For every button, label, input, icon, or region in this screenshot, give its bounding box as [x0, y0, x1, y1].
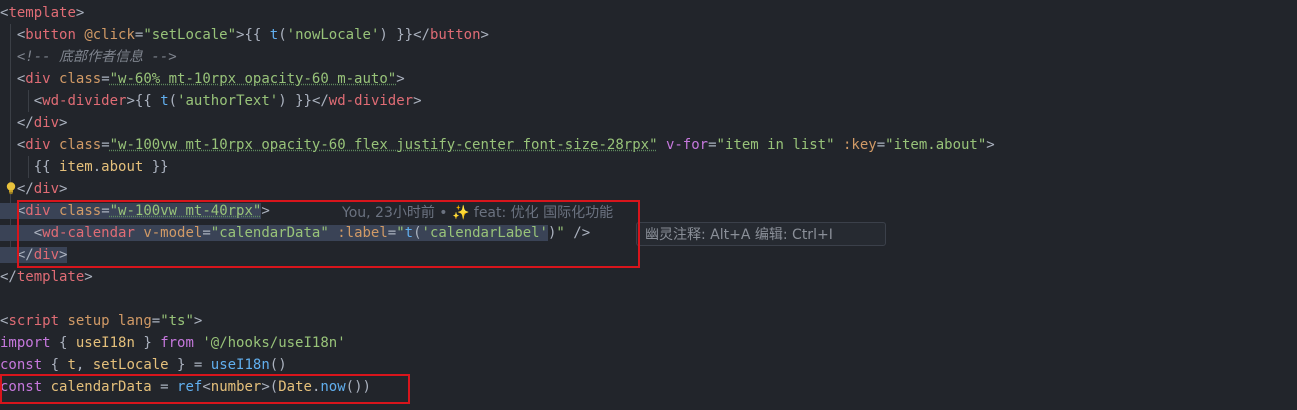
code-token: t: [67, 357, 76, 373]
code-token: }: [134, 335, 161, 351]
code-token: "ts": [160, 313, 194, 329]
code-line[interactable]: </template>: [0, 266, 93, 288]
code-token: useI18n: [75, 335, 135, 351]
code-token: >: [75, 5, 85, 21]
code-token: lang: [118, 313, 152, 329]
code-token: (): [269, 357, 287, 373]
code-token: setup: [67, 313, 110, 329]
code-line[interactable]: <template>: [0, 2, 84, 24]
code-token: div: [25, 137, 51, 153]
lightbulb-icon[interactable]: [4, 181, 18, 195]
code-token: =: [101, 71, 110, 87]
code-token: button: [25, 27, 76, 43]
code-token: class: [59, 137, 102, 153]
code-token: 'authorText': [177, 93, 279, 109]
code-token: v-for: [665, 137, 709, 153]
code-token: } =: [168, 357, 211, 373]
code-token: =: [101, 137, 110, 153]
code-token: import: [0, 335, 51, 351]
code-line[interactable]: </div>: [0, 112, 68, 134]
code-token: <!-- 底部作者信息 -->: [0, 49, 177, 65]
ghost-comment-hint[interactable]: 幽灵注释: Alt+A 编辑: Ctrl+I: [636, 222, 886, 246]
code-token: <: [0, 71, 26, 87]
code-token: ) }}: [379, 27, 414, 43]
code-token: <: [0, 93, 43, 109]
code-token: '@/hooks/useI18n': [202, 335, 346, 351]
code-token: wd-divider: [42, 93, 127, 109]
code-token: >: [126, 93, 135, 109]
code-token: useI18n: [210, 357, 270, 373]
code-token: >: [193, 313, 203, 329]
code-line[interactable]: <!-- 底部作者信息 -->: [0, 46, 177, 68]
highlight-box-calendar-data: [0, 374, 410, 404]
code-token: t: [160, 93, 169, 109]
code-token: </: [0, 269, 17, 285]
code-token: button: [429, 27, 481, 43]
code-token: {{: [0, 159, 60, 175]
code-token: "w-60% mt-10rpx opacity-60 m-auto": [109, 71, 397, 87]
code-token: >: [84, 269, 93, 285]
code-token: script: [8, 313, 60, 329]
code-line[interactable]: <wd-divider>{{ t('authorText') }}</wd-di…: [0, 90, 422, 112]
code-token: }}: [143, 159, 169, 175]
code-token: .: [92, 159, 102, 175]
code-line[interactable]: <script setup lang="ts">: [0, 310, 202, 332]
code-token: >: [396, 71, 405, 87]
code-token: const: [0, 357, 43, 373]
code-token: <: [0, 137, 26, 153]
code-token: :key: [842, 137, 877, 153]
code-token: ) }}: [278, 93, 312, 109]
code-line[interactable]: import { useI18n } from '@/hooks/useI18n…: [0, 332, 346, 354]
code-token: template: [16, 269, 85, 285]
code-token: =: [151, 313, 161, 329]
code-token: >: [59, 115, 68, 131]
code-line[interactable]: const { t, setLocale } = useI18n(): [0, 354, 287, 376]
code-token: t: [269, 27, 279, 43]
code-token: item: [59, 159, 93, 175]
code-token: "w-100vw mt-10rpx opacity-60 flex justif…: [109, 137, 658, 153]
highlight-box-calendar-block: [17, 200, 640, 268]
code-token: about: [101, 159, 144, 175]
code-line[interactable]: <div class="w-60% mt-10rpx opacity-60 m-…: [0, 68, 405, 90]
code-line[interactable]: <div class="w-100vw mt-10rpx opacity-60 …: [0, 134, 995, 156]
code-token: 'nowLocale': [286, 27, 380, 43]
code-editor[interactable]: <template> <button @click="setLocale">{{…: [0, 0, 1297, 410]
code-token: div: [25, 71, 51, 87]
code-line[interactable]: <button @click="setLocale">{{ t('nowLoca…: [0, 24, 489, 46]
code-token: =: [876, 137, 886, 153]
code-token: div: [33, 115, 60, 131]
code-token: div: [33, 181, 60, 197]
code-token: =: [708, 137, 717, 153]
code-token: {{: [134, 93, 161, 109]
code-token: @click: [84, 27, 135, 43]
code-token: class: [59, 71, 102, 87]
code-token: </: [311, 93, 329, 109]
code-token: {: [42, 357, 68, 373]
code-token: {: [50, 335, 76, 351]
code-token: from: [160, 335, 194, 351]
code-token: >: [59, 181, 68, 197]
code-line[interactable]: {{ item.about }}: [0, 156, 169, 178]
code-token: "setLocale": [143, 27, 237, 43]
code-token: wd-divider: [328, 93, 414, 109]
code-token: ,: [75, 357, 93, 373]
code-token: >: [413, 93, 422, 109]
code-token: </: [413, 27, 430, 43]
code-token: setLocale: [92, 357, 169, 373]
code-token: (: [168, 93, 178, 109]
code-token: {{: [244, 27, 270, 43]
code-token: >: [480, 27, 489, 43]
code-token: </: [0, 115, 34, 131]
code-token: <: [0, 27, 26, 43]
code-token: >: [986, 137, 995, 153]
code-token: template: [8, 5, 76, 21]
code-token: "item in list": [716, 137, 835, 153]
code-token: (: [278, 27, 287, 43]
code-token: "item.about": [885, 137, 987, 153]
